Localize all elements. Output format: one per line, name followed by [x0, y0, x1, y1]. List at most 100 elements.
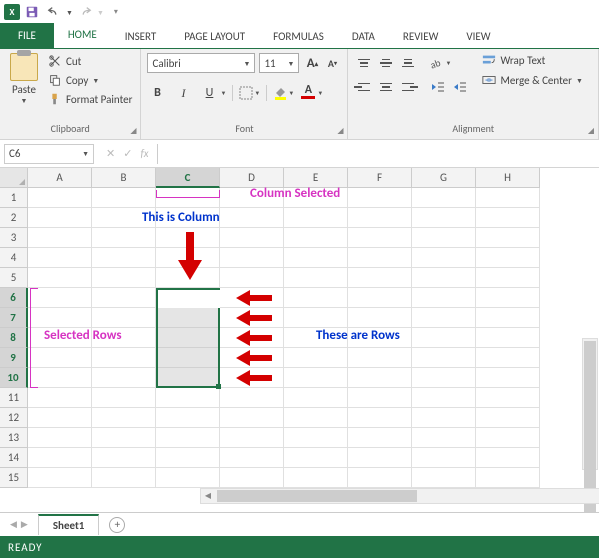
align-center-button[interactable] [376, 77, 396, 97]
vertical-scrollbar[interactable] [582, 338, 598, 470]
cut-button[interactable]: Cut [46, 53, 134, 69]
merge-label: Merge & Center [500, 74, 572, 87]
tab-review[interactable]: REVIEW [389, 25, 453, 48]
col-header-D[interactable]: D [220, 168, 284, 188]
row-header-13[interactable]: 13 [0, 428, 28, 448]
bucket-icon [273, 86, 287, 100]
group-clipboard: Paste ▼ Cut Copy ▼ Format Painter C [0, 49, 141, 139]
increase-indent-button[interactable] [450, 77, 470, 97]
copy-dropdown-icon[interactable]: ▼ [92, 76, 99, 85]
format-painter-button[interactable]: Format Painter [46, 91, 134, 107]
dialog-launcher-icon[interactable]: ◢ [130, 126, 136, 136]
merge-icon [482, 73, 496, 87]
worksheet-grid[interactable]: ABCDEFGH 123456789101112131415 Column Se… [0, 168, 599, 512]
group-alignment: ab ▼ [348, 49, 599, 139]
italic-button[interactable]: I [173, 83, 193, 103]
col-header-H[interactable]: H [476, 168, 540, 188]
col-header-C[interactable]: C [156, 168, 220, 188]
formula-bar[interactable] [157, 144, 599, 164]
select-all-button[interactable] [0, 168, 28, 188]
align-bottom-button[interactable] [398, 53, 418, 73]
horizontal-scrollbar[interactable]: ◀▶ [200, 488, 599, 504]
font-name-combo[interactable]: Calibri▼ [147, 53, 255, 73]
align-top-button[interactable] [354, 53, 374, 73]
sheet-tab-bar: ◀ ▶ Sheet1 + [0, 512, 599, 536]
redo-button[interactable] [75, 2, 95, 22]
align-right-button[interactable] [398, 77, 418, 97]
save-icon[interactable] [22, 2, 42, 22]
row-header-15[interactable]: 15 [0, 468, 28, 488]
undo-dropdown-icon[interactable]: ▼ [66, 8, 73, 17]
row-header-8[interactable]: 8 [0, 328, 28, 348]
col-header-G[interactable]: G [412, 168, 476, 188]
paste-dropdown-icon[interactable]: ▼ [21, 96, 28, 105]
align-middle-button[interactable] [376, 53, 396, 73]
row-header-10[interactable]: 10 [0, 368, 28, 388]
col-header-F[interactable]: F [348, 168, 412, 188]
alignment-group-label: Alignment◢ [354, 122, 592, 137]
tab-data[interactable]: DATA [338, 25, 389, 48]
row-header-14[interactable]: 14 [0, 448, 28, 468]
row-header-4[interactable]: 4 [0, 248, 28, 268]
font-size-combo[interactable]: 11▼ [259, 53, 299, 73]
row-header-2[interactable]: 2 [0, 208, 28, 228]
row-header-12[interactable]: 12 [0, 408, 28, 428]
align-left-button[interactable] [354, 77, 374, 97]
tab-insert[interactable]: INSERT [111, 25, 171, 48]
redo-dropdown-icon[interactable]: ▼ [97, 8, 104, 17]
col-header-B[interactable]: B [92, 168, 156, 188]
row-headers[interactable]: 123456789101112131415 [0, 188, 28, 488]
brush-icon [48, 92, 62, 106]
wrap-text-button[interactable]: Wrap Text [482, 53, 582, 67]
col-header-A[interactable]: A [28, 168, 92, 188]
cancel-formula-icon[interactable]: ✕ [106, 147, 115, 160]
row-header-7[interactable]: 7 [0, 308, 28, 328]
fx-icon[interactable]: fx [140, 147, 148, 160]
col-header-E[interactable]: E [284, 168, 348, 188]
tab-file[interactable]: FILE [0, 23, 54, 48]
paste-button[interactable]: Paste ▼ [6, 53, 42, 105]
row-header-11[interactable]: 11 [0, 388, 28, 408]
bold-button[interactable]: B [147, 83, 167, 103]
increase-font-icon[interactable]: A▴ [303, 54, 321, 72]
fill-color-button[interactable]: ▼ [273, 86, 294, 100]
decrease-indent-button[interactable] [428, 77, 448, 97]
sheet-tab-active[interactable]: Sheet1 [38, 514, 100, 535]
column-headers[interactable]: ABCDEFGH [28, 168, 599, 188]
tab-view[interactable]: VIEW [452, 25, 504, 48]
undo-button[interactable] [44, 2, 64, 22]
tab-formulas[interactable]: FORMULAS [259, 25, 338, 48]
sheet-nav-next-icon[interactable]: ▶ [21, 519, 28, 530]
sheet-nav-prev-icon[interactable]: ◀ [10, 519, 17, 530]
outdent-icon [430, 79, 446, 95]
tab-home[interactable]: HOME [54, 23, 111, 48]
cells-area[interactable] [28, 188, 599, 512]
name-box[interactable]: C6▼ [4, 144, 94, 164]
clipboard-group-label: Clipboard◢ [6, 122, 134, 137]
orientation-button[interactable]: ab▼ [428, 55, 451, 71]
decrease-font-icon[interactable]: A▾ [323, 54, 341, 72]
tab-page-layout[interactable]: PAGE LAYOUT [170, 25, 259, 48]
scissors-icon [48, 54, 62, 68]
dialog-launcher-icon[interactable]: ◢ [337, 126, 343, 136]
enter-formula-icon[interactable]: ✓ [123, 147, 132, 160]
anno-selected-rows: Selected Rows [44, 328, 122, 343]
underline-button[interactable]: U▼ [199, 83, 226, 103]
ribbon: Paste ▼ Cut Copy ▼ Format Painter C [0, 48, 599, 140]
merge-center-button[interactable]: Merge & Center ▼ [482, 73, 582, 87]
row-header-5[interactable]: 5 [0, 268, 28, 288]
format-painter-label: Format Painter [66, 93, 132, 106]
row-header-3[interactable]: 3 [0, 228, 28, 248]
merge-dropdown-icon[interactable]: ▼ [576, 76, 583, 85]
row-header-6[interactable]: 6 [0, 288, 28, 308]
qat-customize-icon[interactable]: ▾ [106, 2, 126, 22]
dialog-launcher-icon[interactable]: ◢ [588, 126, 594, 136]
font-color-button[interactable]: A▼ [300, 84, 323, 102]
copy-button[interactable]: Copy ▼ [46, 72, 134, 88]
new-sheet-button[interactable]: + [109, 517, 125, 533]
svg-text:ab: ab [429, 56, 443, 71]
row-header-1[interactable]: 1 [0, 188, 28, 208]
row-header-9[interactable]: 9 [0, 348, 28, 368]
paste-label: Paste [12, 83, 36, 96]
borders-button[interactable]: ▼ [239, 86, 260, 100]
